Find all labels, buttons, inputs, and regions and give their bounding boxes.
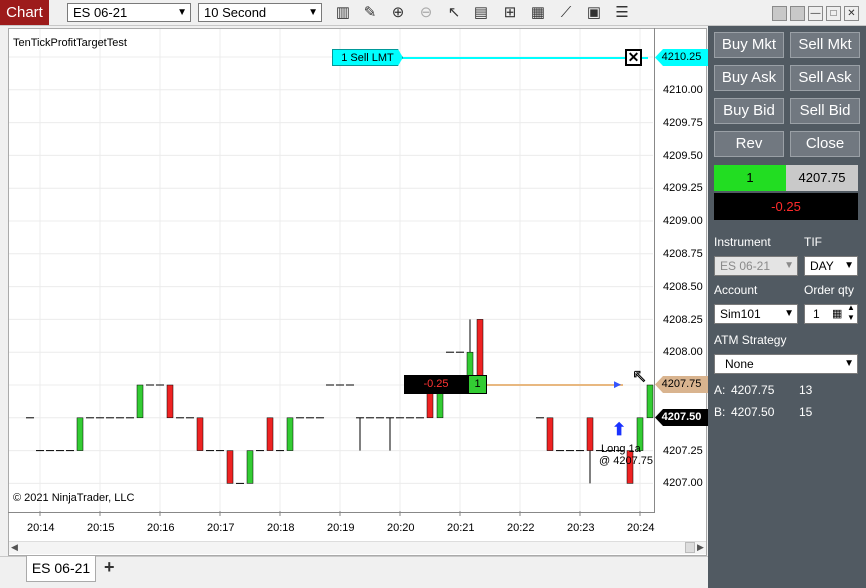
buy-market-button[interactable]: Buy Mkt: [714, 32, 784, 58]
position-line[interactable]: [487, 384, 623, 386]
sell-limit-order-line[interactable]: [400, 57, 648, 59]
sell-bid-button[interactable]: Sell Bid: [790, 98, 860, 124]
time-tick-label: 20:22: [507, 522, 535, 534]
bid-price-flag: 4207.50: [655, 409, 708, 426]
candle-body: [586, 417, 594, 451]
time-axis: [8, 512, 655, 513]
instrument-field[interactable]: ES 06-21 ▼: [714, 256, 798, 276]
account-label: Account: [714, 283, 758, 297]
scroll-right-icon[interactable]: ▶: [697, 542, 704, 553]
execution-text-line2: @ 4207.75: [599, 455, 653, 467]
order-qty-value: 1: [813, 307, 820, 321]
candle-body: [286, 417, 294, 451]
position-average-price: 4207.75: [786, 165, 858, 191]
candle-body: [546, 417, 554, 451]
candle-body: [76, 417, 84, 451]
price-tick-label: 4210.00: [663, 84, 703, 96]
time-tick-label: 20:18: [267, 522, 295, 534]
time-tick-label: 20:21: [447, 522, 475, 534]
instrument-label: Instrument: [714, 235, 771, 249]
strategy-label: TenTickProfitTargetTest: [13, 37, 127, 49]
time-tick-label: 20:24: [627, 522, 655, 534]
price-tick-label: 4208.75: [663, 248, 703, 260]
atm-strategy-select[interactable]: None ▼: [714, 354, 858, 374]
tif-select-value: DAY: [810, 259, 834, 273]
sell-market-button[interactable]: Sell Mkt: [790, 32, 860, 58]
chevron-down-icon: ▼: [844, 260, 854, 271]
time-tick-label: 20:16: [147, 522, 175, 534]
account-select-value: Sim101: [720, 307, 761, 321]
buy-execution-arrow-icon: ⬆: [612, 420, 627, 439]
candle-body: [246, 450, 254, 484]
price-tick-label: 4208.25: [663, 314, 703, 326]
price-tick-label: 4207.25: [663, 445, 703, 457]
price-axis: [654, 28, 655, 512]
buy-bid-button[interactable]: Buy Bid: [714, 98, 784, 124]
tab-es-06-21[interactable]: ES 06-21: [26, 555, 96, 582]
atm-strategy-value: None: [725, 357, 754, 371]
price-tick-label: 4209.75: [663, 117, 703, 129]
horizontal-scrollbar[interactable]: ◀ ▶: [9, 541, 706, 554]
last-price-flag: 4207.75: [655, 376, 708, 393]
position-pnl-label[interactable]: -0.25: [404, 375, 468, 394]
account-select[interactable]: Sim101 ▼: [714, 304, 798, 324]
candle-body: [226, 450, 234, 484]
order-qty-label: Order qty: [804, 283, 855, 297]
copyright-text: © 2021 NinjaTrader, LLC: [13, 492, 135, 504]
buy-ask-button[interactable]: Buy Ask: [714, 65, 784, 91]
price-tick-label: 4208.50: [663, 281, 703, 293]
mouse-cursor-icon: ↖: [631, 366, 648, 387]
time-tick-label: 20:23: [567, 522, 595, 534]
ask-size: 13: [799, 383, 813, 397]
instrument-field-value: ES 06-21: [720, 259, 771, 273]
execution-text-line1: Long 1a: [601, 443, 641, 455]
price-tick-label: 4208.00: [663, 346, 703, 358]
candle-body: [196, 417, 204, 451]
time-tick-label: 20:14: [27, 522, 55, 534]
close-position-button[interactable]: Close: [790, 131, 860, 157]
chevron-down-icon: ▼: [844, 358, 854, 369]
time-tick-label: 20:19: [327, 522, 355, 534]
position-arrow-icon: ▶: [614, 379, 621, 389]
scroll-left-icon[interactable]: ◀: [11, 542, 18, 553]
tif-label: TIF: [804, 235, 822, 249]
sell-ask-button[interactable]: Sell Ask: [790, 65, 860, 91]
candle-body: [266, 417, 274, 451]
unrealized-pnl: -0.25: [714, 193, 858, 220]
atm-strategy-label: ATM Strategy: [714, 333, 787, 347]
position-qty-label[interactable]: 1: [468, 375, 487, 394]
price-tick-label: 4207.00: [663, 477, 703, 489]
chevron-down-icon: ▼: [784, 260, 794, 271]
time-tick-label: 20:15: [87, 522, 115, 534]
chevron-down-icon: ▼: [784, 308, 794, 319]
calculator-icon[interactable]: ▦: [832, 305, 842, 323]
bid-label: B:: [714, 405, 726, 419]
reverse-button[interactable]: Rev: [714, 131, 784, 157]
order-qty-stepper[interactable]: 1 ▦ ▲ ▼: [804, 303, 858, 324]
candle-body: [136, 384, 144, 419]
time-tick-label: 20:17: [207, 522, 235, 534]
sell-limit-order-flag[interactable]: 1 Sell LMT: [332, 49, 403, 66]
order-price-flag: 4210.25: [655, 49, 708, 66]
add-tab-button[interactable]: +: [104, 557, 115, 578]
price-tick-label: 4209.00: [663, 215, 703, 227]
price-tick-label: 4209.50: [663, 150, 703, 162]
cancel-order-icon[interactable]: ✕: [625, 49, 642, 66]
candle-body: [166, 384, 174, 419]
ask-price: 4207.75: [731, 383, 775, 397]
stepper-arrows-icon[interactable]: ▲ ▼: [847, 303, 855, 323]
tif-select[interactable]: DAY ▼: [804, 256, 858, 276]
scrollbar-thumb[interactable]: [685, 542, 695, 553]
position-quantity: 1: [714, 165, 786, 191]
bid-price: 4207.50: [731, 405, 775, 419]
price-tick-label: 4209.25: [663, 182, 703, 194]
bid-size: 15: [799, 405, 813, 419]
ask-label: A:: [714, 383, 726, 397]
candle-body: [646, 384, 654, 419]
time-tick-label: 20:20: [387, 522, 415, 534]
